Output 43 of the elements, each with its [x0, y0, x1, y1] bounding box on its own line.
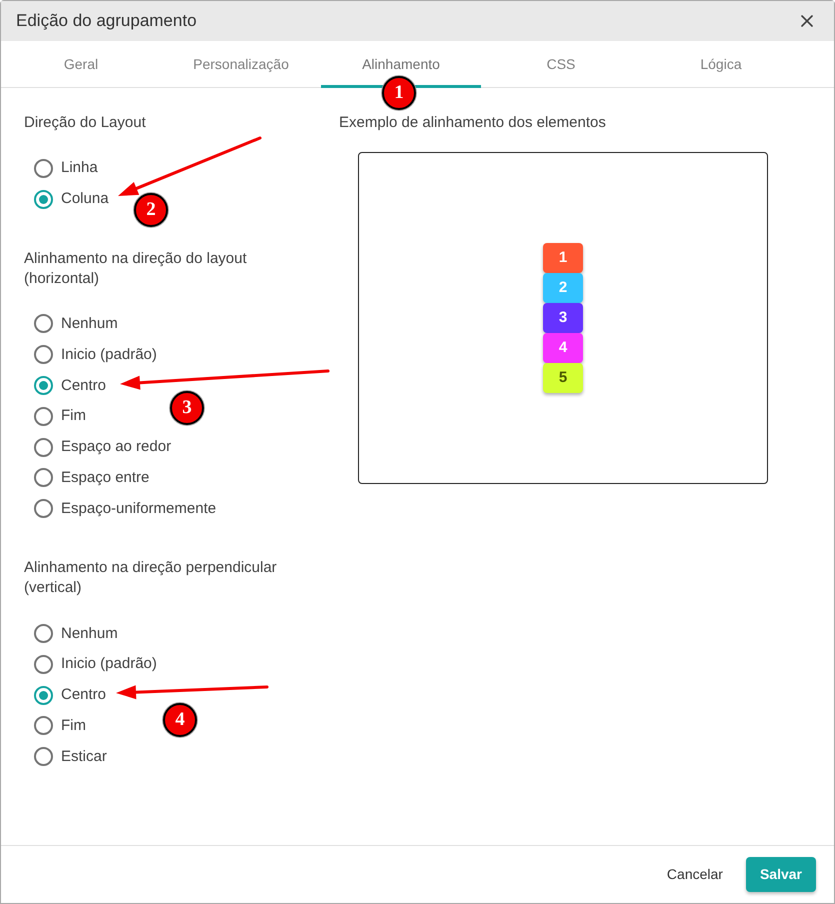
radio-button[interactable]: [34, 438, 53, 457]
radio-button[interactable]: [34, 376, 53, 396]
option-label[interactable]: Centro: [61, 685, 106, 706]
radio-button[interactable]: [34, 314, 53, 334]
radio-button[interactable]: [34, 654, 53, 674]
group-heading: Alinhamento na direção do layout (horizontal): [24, 248, 248, 289]
radio-button[interactable]: [34, 190, 53, 209]
option-label[interactable]: Centro: [61, 376, 106, 396]
option-label[interactable]: Espaço-uniformemente: [61, 498, 216, 519]
preview-heading: Exemplo de alinhamento dos elementos: [339, 113, 607, 133]
radio-button[interactable]: [34, 468, 53, 488]
sample-element: 2: [543, 273, 583, 303]
group-heading: Direção do Layout: [24, 113, 147, 133]
option-label[interactable]: Nenhum: [61, 314, 118, 334]
radio-button[interactable]: [34, 345, 53, 364]
tab[interactable]: Personalização: [161, 41, 321, 88]
option-label[interactable]: Fim: [61, 716, 86, 736]
tab[interactable]: Geral: [1, 41, 161, 88]
sample-element: 4: [543, 333, 583, 363]
tab[interactable]: Lógica: [641, 41, 801, 88]
radio-button[interactable]: [34, 158, 53, 178]
radio-button[interactable]: [34, 747, 53, 766]
cancel-button[interactable]: Cancelar: [654, 857, 735, 892]
option-label[interactable]: Espaço ao redor: [61, 437, 172, 458]
radio-button[interactable]: [34, 406, 53, 426]
option-label[interactable]: Espaço entre: [61, 468, 150, 488]
radio-button[interactable]: [34, 499, 53, 518]
sample-element: 5: [543, 363, 583, 393]
option-label[interactable]: Linha: [61, 158, 98, 178]
option-label[interactable]: Nenhum: [61, 624, 118, 644]
radio-button[interactable]: [34, 624, 53, 644]
radio-button[interactable]: [34, 686, 53, 705]
option-label[interactable]: Inicio (padrão): [61, 344, 157, 365]
group-heading: Alinhamento na direção perpendicular (vertical): [24, 558, 278, 598]
option-label[interactable]: Fim: [61, 406, 86, 426]
tab[interactable]: CSS: [481, 41, 641, 88]
option-label[interactable]: Coluna: [61, 189, 109, 210]
sample-element: 1: [543, 243, 583, 273]
window-title: Edição do agrupamento: [16, 10, 197, 32]
sample-element: 3: [543, 303, 583, 333]
radio-button[interactable]: [34, 716, 53, 736]
option-label[interactable]: Esticar: [61, 746, 107, 767]
option-label[interactable]: Inicio (padrão): [61, 654, 157, 674]
